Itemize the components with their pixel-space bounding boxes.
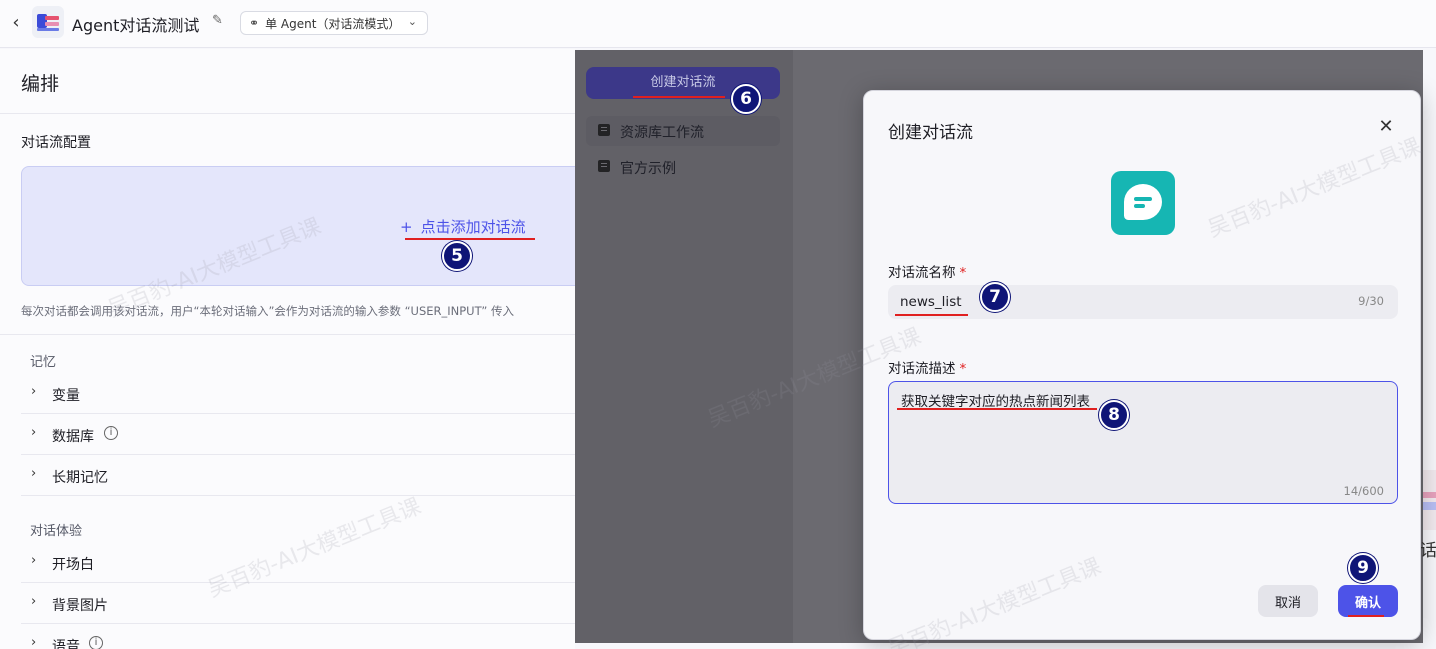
divider: [0, 113, 575, 114]
flow-description-textarea[interactable]: 获取关键字对应的热点新闻列表: [888, 381, 1398, 504]
step-badge-6: 6: [731, 84, 761, 114]
row-label: 语音: [52, 639, 80, 649]
row-database[interactable]: › 数据库 i: [21, 415, 575, 455]
edit-icon[interactable]: ✎: [212, 14, 226, 28]
annotation-underline: [897, 408, 1097, 410]
info-icon[interactable]: i: [104, 426, 118, 440]
add-flow-label: 点击添加对话流: [420, 218, 526, 236]
plus-icon: +: [400, 218, 413, 236]
memory-group-label: 记忆: [30, 355, 57, 370]
row-variables[interactable]: › 变量: [21, 374, 575, 414]
annotation-underline: [633, 96, 725, 98]
required-mark: *: [959, 361, 967, 377]
chevron-right-icon: ›: [31, 635, 37, 649]
chevron-right-icon: ›: [31, 384, 37, 399]
dialog-flow-config-label: 对话流配置: [21, 135, 91, 151]
divider: [0, 334, 575, 335]
agent-mode-label: 单 Agent（对话流模式）: [265, 16, 401, 31]
row-label: 开场白: [52, 557, 94, 573]
step-badge-9: 9: [1348, 553, 1378, 583]
app-avatar: [32, 6, 64, 38]
nav-item-library-workflows[interactable]: 资源库工作流: [586, 116, 780, 146]
edge-text: 话: [1420, 541, 1436, 561]
info-icon[interactable]: i: [89, 636, 103, 649]
step-badge-8: 8: [1099, 400, 1129, 430]
app-title: Agent对话流测试: [72, 16, 200, 35]
row-voice[interactable]: › 语音 i: [21, 625, 575, 649]
step-badge-5: 5: [442, 241, 472, 271]
nav-item-official-examples[interactable]: 官方示例: [586, 152, 780, 182]
orchestration-panel: 编排 对话流配置 + 点击添加对话流 每次对话都会调用该对话流，用户“本轮对话输入…: [0, 49, 591, 649]
desc-char-count: 14/600: [1343, 484, 1384, 498]
nav-item-label: 资源库工作流: [620, 125, 704, 141]
cancel-button[interactable]: 取消: [1258, 585, 1318, 617]
row-long-term-memory[interactable]: › 长期记忆: [21, 456, 575, 496]
chevron-down-icon: ⌄: [407, 15, 417, 28]
create-flow-modal: 创建对话流 ✕ 对话流名称* 9/30 对话流描述* 获取关键字对应的热点新闻列…: [863, 90, 1421, 640]
modal-title: 创建对话流: [888, 123, 973, 143]
row-label: 变量: [52, 388, 80, 404]
panel-title: 编排: [21, 73, 60, 95]
chat-flow-icon[interactable]: [1111, 171, 1175, 235]
chevron-right-icon: ›: [31, 594, 37, 609]
bottom-strip: [575, 643, 1436, 649]
row-background-image[interactable]: › 背景图片: [21, 584, 575, 624]
chevron-right-icon: ›: [31, 466, 37, 481]
name-field-label: 对话流名称 *: [888, 265, 967, 281]
row-opening[interactable]: › 开场白: [21, 543, 575, 583]
close-icon[interactable]: ✕: [1375, 116, 1397, 138]
library-icon: [598, 124, 610, 136]
top-bar: ‹ Agent对话流测试 ✎ ⚭ 单 Agent（对话流模式） ⌄: [0, 0, 1436, 48]
card-thumbnail: [1423, 470, 1436, 530]
row-label: 长期记忆: [52, 470, 108, 486]
confirm-button[interactable]: 确认: [1338, 585, 1398, 617]
annotation-underline: [895, 314, 968, 316]
annotation-underline: [405, 238, 535, 240]
chevron-right-icon: ›: [31, 553, 37, 568]
back-arrow-icon[interactable]: ‹: [8, 13, 24, 33]
annotation-underline: [1348, 615, 1384, 617]
nav-item-label: 官方示例: [620, 161, 676, 177]
chevron-right-icon: ›: [31, 425, 37, 440]
name-char-count: 9/30: [1358, 294, 1384, 308]
row-label: 背景图片: [52, 598, 108, 614]
add-flow-button[interactable]: + 点击添加对话流: [400, 216, 526, 237]
agent-mode-select[interactable]: ⚭ 单 Agent（对话流模式） ⌄: [240, 11, 428, 35]
required-mark: *: [959, 265, 967, 281]
workflow-icon: ⚭: [249, 16, 260, 30]
desc-field-label: 对话流描述 *: [888, 361, 967, 377]
examples-icon: [598, 160, 610, 172]
config-hint: 每次对话都会调用该对话流，用户“本轮对话输入”会作为对话流的输入参数 “USER…: [21, 304, 514, 318]
step-badge-7: 7: [980, 282, 1010, 312]
row-label: 数据库: [52, 429, 94, 445]
experience-group-label: 对话体验: [30, 524, 83, 539]
